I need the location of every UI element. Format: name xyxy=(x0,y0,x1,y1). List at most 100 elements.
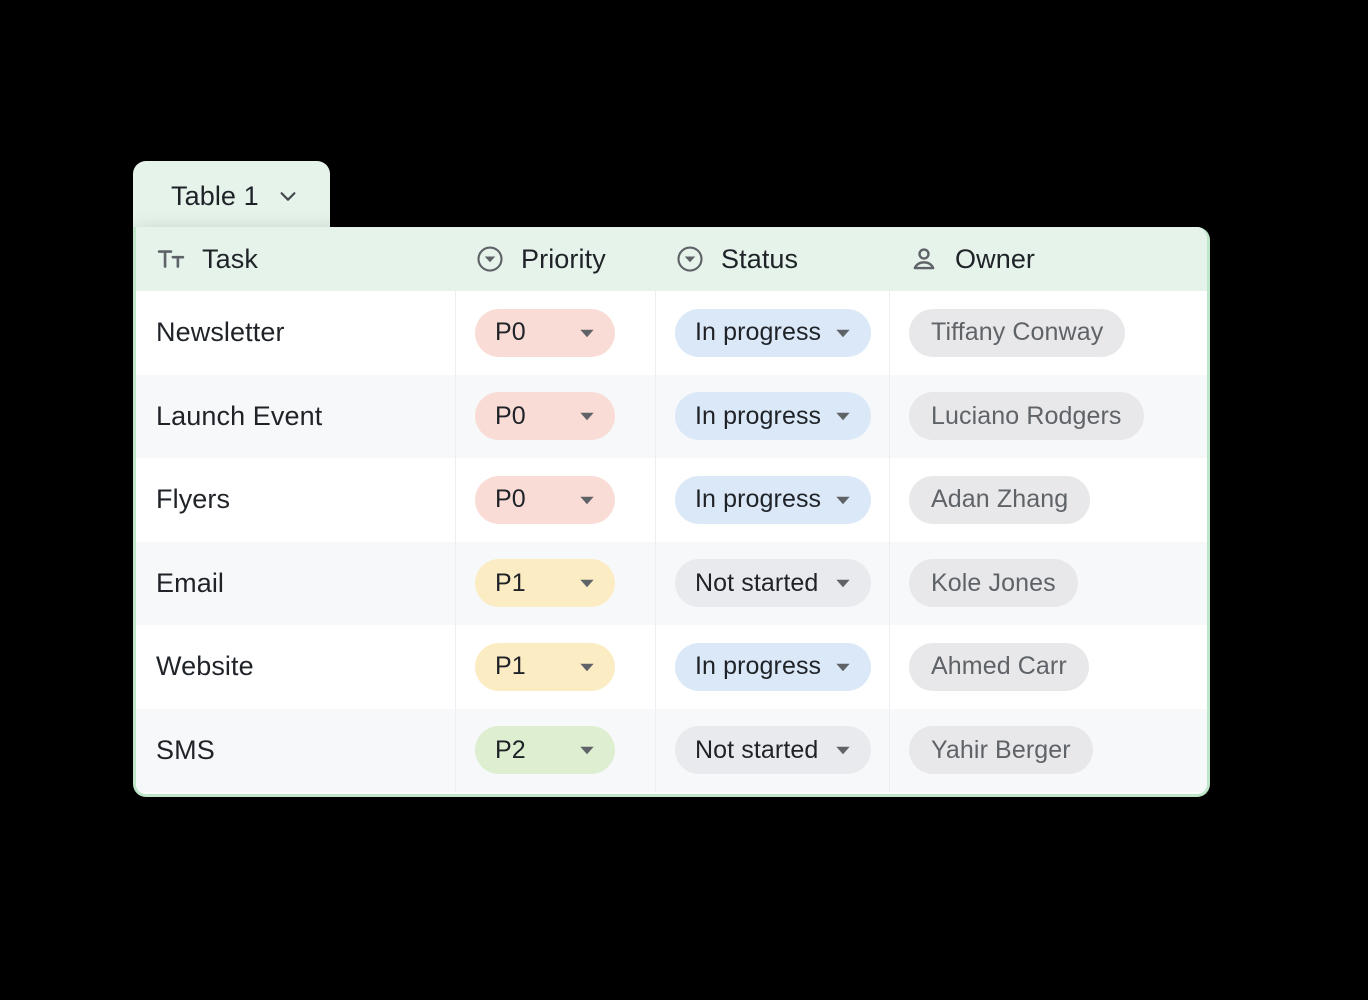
column-header-owner[interactable]: Owner xyxy=(889,227,1207,291)
priority-value: P0 xyxy=(495,485,526,514)
status-value: In progress xyxy=(695,652,822,681)
owner-chip[interactable]: Luciano Rodgers xyxy=(909,392,1144,441)
task-name: Newsletter xyxy=(156,317,285,348)
column-header-priority[interactable]: Priority xyxy=(455,227,655,291)
column-header-status-label: Status xyxy=(721,243,799,274)
column-header-task-label: Task xyxy=(202,243,258,274)
cell-task[interactable]: SMS xyxy=(136,709,455,793)
cell-status[interactable]: Not started xyxy=(655,709,889,793)
cell-task[interactable]: Email xyxy=(136,542,455,626)
status-value: In progress xyxy=(695,485,822,514)
table-row[interactable]: Flyers P0 In progress Adan Zhang xyxy=(136,458,1207,542)
task-name: SMS xyxy=(156,734,215,765)
cell-status[interactable]: In progress xyxy=(655,291,889,375)
status-select[interactable]: In progress xyxy=(675,475,872,524)
task-name: Website xyxy=(156,651,254,682)
cell-owner[interactable]: Tiffany Conway xyxy=(889,291,1207,375)
priority-value: P1 xyxy=(495,652,526,681)
status-select[interactable]: In progress xyxy=(675,308,872,357)
table-row[interactable]: Website P1 In progress Ahmed Carr xyxy=(136,625,1207,709)
priority-value: P0 xyxy=(495,318,526,347)
priority-value: P2 xyxy=(495,735,526,764)
screenshot-root: Table 1 Task Priority Status Owner Newsl… xyxy=(0,0,1368,1000)
table-card: Task Priority Status Owner Newsletter P0… xyxy=(133,227,1210,797)
table-row[interactable]: Email P1 Not started Kole Jones xyxy=(136,541,1207,626)
chevron-down-icon[interactable] xyxy=(579,575,595,591)
cell-task[interactable]: Launch Event xyxy=(136,375,455,459)
table-row[interactable]: SMS P2 Not started Yahir Berger xyxy=(136,708,1207,793)
person-icon xyxy=(909,244,939,274)
status-select[interactable]: In progress xyxy=(675,392,872,441)
owner-chip[interactable]: Kole Jones xyxy=(909,559,1078,608)
cell-priority[interactable]: P0 xyxy=(455,291,655,375)
chevron-down-icon[interactable] xyxy=(835,575,851,591)
task-name: Flyers xyxy=(156,484,231,515)
owner-name: Tiffany Conway xyxy=(931,318,1104,347)
table-tab-label: Table 1 xyxy=(171,180,259,211)
cell-priority[interactable]: P0 xyxy=(455,458,655,542)
status-value: Not started xyxy=(695,568,819,597)
owner-chip[interactable]: Adan Zhang xyxy=(909,475,1091,524)
chevron-down-icon[interactable] xyxy=(835,408,851,424)
table-row[interactable]: Newsletter P0 In progress Tiffany Conway xyxy=(136,291,1207,375)
cell-status[interactable]: Not started xyxy=(655,542,889,626)
owner-name: Ahmed Carr xyxy=(931,652,1067,681)
cell-priority[interactable]: P1 xyxy=(455,625,655,709)
priority-select[interactable]: P0 xyxy=(475,475,615,524)
chevron-down-icon[interactable] xyxy=(579,408,595,424)
cell-owner[interactable]: Kole Jones xyxy=(889,542,1207,626)
cell-status[interactable]: In progress xyxy=(655,375,889,459)
circle-chevron-down-icon xyxy=(475,244,505,274)
table-header-row: Task Priority Status Owner xyxy=(136,227,1207,291)
cell-task[interactable]: Flyers xyxy=(136,458,455,542)
chevron-down-icon[interactable] xyxy=(579,325,595,341)
cell-task[interactable]: Website xyxy=(136,625,455,709)
status-select[interactable]: In progress xyxy=(675,642,872,691)
column-header-owner-label: Owner xyxy=(955,243,1036,274)
cell-owner[interactable]: Ahmed Carr xyxy=(889,625,1207,709)
priority-value: P0 xyxy=(495,401,526,430)
chevron-down-icon[interactable] xyxy=(835,325,851,341)
owner-name: Kole Jones xyxy=(931,568,1056,597)
cell-priority[interactable]: P0 xyxy=(455,375,655,459)
chevron-down-icon[interactable] xyxy=(579,492,595,508)
cell-status[interactable]: In progress xyxy=(655,458,889,542)
data-table: Task Priority Status Owner Newsletter P0… xyxy=(136,227,1207,794)
priority-select[interactable]: P0 xyxy=(475,392,615,441)
table-tab-table-1[interactable]: Table 1 xyxy=(133,161,330,231)
owner-name: Yahir Berger xyxy=(931,735,1071,764)
status-select[interactable]: Not started xyxy=(675,726,871,775)
cell-owner[interactable]: Yahir Berger xyxy=(889,709,1207,793)
status-value: In progress xyxy=(695,318,822,347)
column-header-priority-label: Priority xyxy=(521,243,606,274)
status-value: Not started xyxy=(695,735,819,764)
task-name: Email xyxy=(156,567,225,598)
cell-priority[interactable]: P2 xyxy=(455,709,655,793)
chevron-down-icon[interactable] xyxy=(835,659,851,675)
status-value: In progress xyxy=(695,401,822,430)
column-header-status[interactable]: Status xyxy=(655,227,889,291)
priority-select[interactable]: P1 xyxy=(475,559,615,608)
cell-status[interactable]: In progress xyxy=(655,625,889,709)
cell-task[interactable]: Newsletter xyxy=(136,291,455,375)
chevron-down-icon[interactable] xyxy=(277,185,299,207)
table-row[interactable]: Launch Event P0 In progress Luciano Rodgers xyxy=(136,374,1207,459)
owner-chip[interactable]: Yahir Berger xyxy=(909,726,1093,775)
chevron-down-icon[interactable] xyxy=(835,492,851,508)
cell-priority[interactable]: P1 xyxy=(455,542,655,626)
owner-chip[interactable]: Ahmed Carr xyxy=(909,642,1089,691)
cell-owner[interactable]: Adan Zhang xyxy=(889,458,1207,542)
priority-select[interactable]: P0 xyxy=(475,308,615,357)
priority-select[interactable]: P2 xyxy=(475,726,615,775)
chevron-down-icon[interactable] xyxy=(579,742,595,758)
status-select[interactable]: Not started xyxy=(675,559,871,608)
cell-owner[interactable]: Luciano Rodgers xyxy=(889,375,1207,459)
task-name: Launch Event xyxy=(156,400,323,431)
owner-name: Adan Zhang xyxy=(931,485,1069,514)
chevron-down-icon[interactable] xyxy=(835,742,851,758)
priority-select[interactable]: P1 xyxy=(475,642,615,691)
column-header-task[interactable]: Task xyxy=(136,227,455,291)
owner-chip[interactable]: Tiffany Conway xyxy=(909,308,1126,357)
owner-name: Luciano Rodgers xyxy=(931,401,1122,430)
chevron-down-icon[interactable] xyxy=(579,659,595,675)
